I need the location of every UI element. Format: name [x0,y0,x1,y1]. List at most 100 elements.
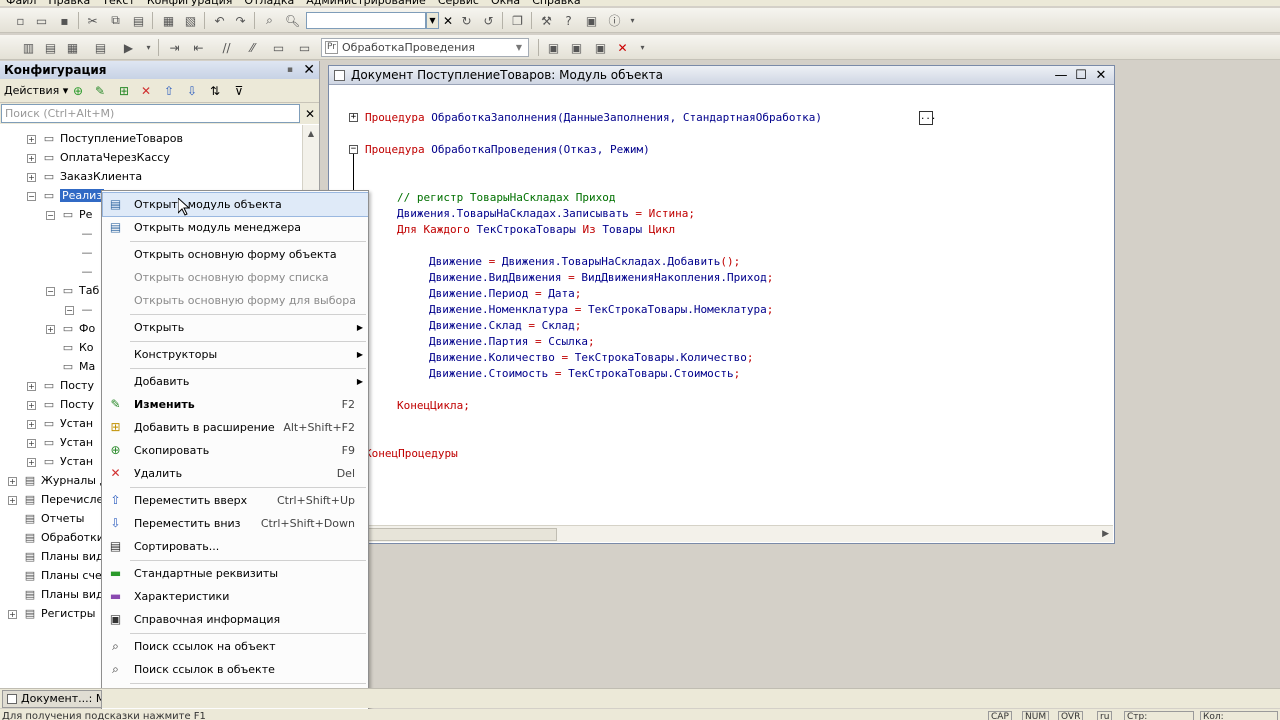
menu-item[interactable]: Правка [42,0,96,6]
context-menu-item[interactable]: ▤ Открыть модуль объекта [102,192,368,217]
undo-icon[interactable]: ↶ [211,12,228,29]
move-down-icon[interactable]: ⇩ [184,83,200,99]
tree-item[interactable]: + ▭ ПоступлениеТоваров [27,129,183,148]
module-structure-icon[interactable]: ▦ [64,39,81,56]
add-copy-icon[interactable]: ⊞ [116,83,132,99]
context-menu-item[interactable]: Открыть основную форму объекта [103,243,368,266]
tree-item[interactable]: + ▤ Журналы д [8,471,107,490]
windows-icon[interactable]: ❐ [509,12,526,29]
paste-icon[interactable]: ▤ [130,12,147,29]
menu-item[interactable]: Администрирование [300,0,432,6]
syntax-helper-icon[interactable]: ? [560,12,577,29]
expand-icon[interactable]: + [8,495,17,505]
search-dropdown-button[interactable]: ▼ [426,12,439,29]
bookmark-prev-icon[interactable]: ▣ [592,39,609,56]
new-document-icon[interactable]: ▫ [12,12,29,29]
context-menu-item[interactable]: Открыть ▶ [103,316,368,339]
print-preview-icon[interactable]: ▧ [182,12,199,29]
copy-icon[interactable]: ⧉ [107,12,124,29]
context-menu-item[interactable]: ▤ Сортировать... [103,535,368,558]
taskbar-window-button[interactable]: Документ...: Модуль объекта [2,690,102,708]
run-debug-icon[interactable]: ▶ [120,39,137,56]
expand-icon[interactable]: + [27,134,36,144]
bookmark-set-icon[interactable]: ▣ [545,39,562,56]
module-form-icon[interactable]: ▤ [42,39,59,56]
actions-menu-button[interactable]: Действия ▾ [4,84,68,97]
configuration-search-input[interactable]: Поиск (Ctrl+Alt+M) [1,104,300,123]
bookmark-clear-icon[interactable]: ✕ [614,39,631,56]
menu-item[interactable]: Окна [485,0,526,6]
tree-item[interactable]: ▤ Планы вид [8,547,104,566]
scroll-thumb[interactable] [347,528,557,541]
menu-item[interactable]: Текст [96,0,141,6]
goto-line-icon[interactable]: ▭ [296,39,313,56]
context-menu-item[interactable]: ⇧ Переместить вверх Ctrl+Shift+Up [103,489,368,512]
context-menu-item[interactable]: ⌕ Поиск ссылок в объекте [103,658,368,681]
context-menu-item[interactable]: Конструкторы ▶ [103,343,368,366]
tree-item[interactable]: + ▭ Устан [27,452,93,471]
expand-icon[interactable]: + [27,381,36,391]
tools-icon[interactable]: ⚒ [538,12,555,29]
tree-item[interactable]: — [65,262,98,281]
redo-icon[interactable]: ↷ [232,12,249,29]
expand-icon[interactable]: + [349,113,358,122]
procedure-selector[interactable]: Pr ОбработкаПроведения ▼ [321,38,529,57]
maximize-icon[interactable]: ☐ [1072,66,1090,85]
collapse-icon[interactable]: − [46,210,55,220]
chevron-down-icon[interactable]: ▾ [634,39,651,56]
close-icon[interactable]: ✕ [1092,66,1110,85]
search-icon[interactable]: 🔍︎ [284,12,301,29]
delete-icon[interactable]: ✕ [138,83,154,99]
indent-icon[interactable]: ⇥ [166,39,183,56]
tree-item[interactable]: + ▭ ОплатаЧерезКассу [27,148,170,167]
close-icon[interactable]: ✕ [303,61,315,79]
expand-icon[interactable]: + [8,609,17,619]
module-left-icon[interactable]: ▥ [20,39,37,56]
add-icon[interactable]: ⊕ [70,83,86,99]
chevron-down-icon[interactable]: ▾ [624,12,641,29]
menu-item[interactable]: Справка [526,0,586,6]
menu-item[interactable]: Конфигурация [141,0,239,6]
tree-item[interactable]: + ▭ Фо [46,319,95,338]
collapse-icon[interactable]: − [349,145,358,154]
tree-item[interactable]: + ▭ Устан [27,414,93,433]
context-menu-item[interactable]: ✕ Удалить Del [103,462,368,485]
expand-icon[interactable]: + [27,457,36,467]
menu-item[interactable]: Отладка [238,0,300,6]
find-next-icon[interactable]: ↻ [458,12,475,29]
collapsed-block-icon[interactable]: ... [919,111,936,125]
save-icon[interactable]: ▪ [56,12,73,29]
comment-icon[interactable]: // [218,39,235,56]
tree-item[interactable]: + ▭ Посту [27,376,94,395]
tree-item[interactable]: ▤ Отчеты [8,509,85,528]
menu-item[interactable]: Файл [0,0,42,6]
editor-horizontal-scrollbar[interactable]: ▶ [329,525,1113,542]
print-icon[interactable]: ▦ [160,12,177,29]
context-menu-item[interactable]: ▬ Характеристики [103,585,368,608]
tree-item[interactable]: − ▭ Таб [46,281,99,300]
context-menu-item[interactable]: Добавить ▶ [103,370,368,393]
tree-item[interactable]: — [65,224,98,243]
tree-item[interactable]: — [65,243,98,262]
find-prev-icon[interactable]: ↺ [480,12,497,29]
move-up-icon[interactable]: ⇧ [161,83,177,99]
edit-icon[interactable]: ✎ [92,83,108,99]
tree-item[interactable]: ▤ Планы вид [8,585,104,604]
search-clear-icon[interactable]: ✕ [302,104,318,123]
menu-item[interactable]: Сервис [432,0,485,6]
context-menu-item[interactable]: ▣ Справочная информация [103,608,368,631]
expand-icon[interactable]: + [46,324,55,334]
tree-item[interactable]: + ▭ Посту [27,395,94,414]
find-in-window-icon[interactable]: ⌕ [261,12,278,29]
tree-item[interactable]: + ▭ ЗаказКлиента [27,167,142,186]
tree-item[interactable]: − — [65,300,98,319]
expand-icon[interactable]: + [8,476,17,486]
bookmark-next-icon[interactable]: ▣ [568,39,585,56]
tree-item[interactable]: ▤ Планы сче [8,566,102,585]
tree-item[interactable]: + ▤ Перечисле [8,490,103,509]
cut-icon[interactable]: ✂ [84,12,101,29]
expand-icon[interactable]: + [27,419,36,429]
search-input[interactable] [306,12,426,29]
search-clear-icon[interactable]: ✕ [441,12,455,29]
info-icon[interactable]: ⓘ [606,12,623,29]
